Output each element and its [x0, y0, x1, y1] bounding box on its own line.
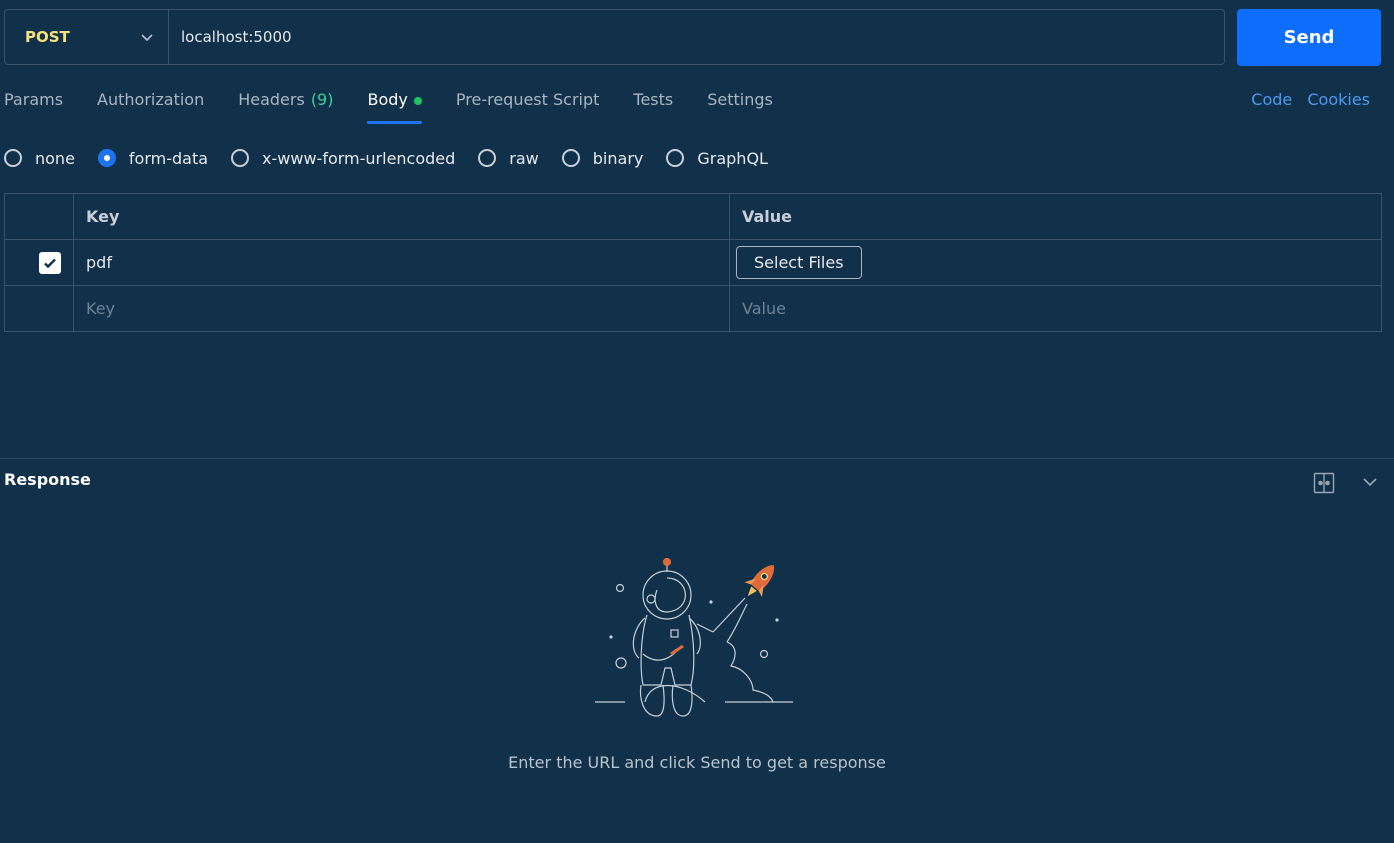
- send-button[interactable]: Send: [1237, 9, 1381, 66]
- radio-label: none: [35, 148, 75, 168]
- radio-circle: [478, 149, 497, 167]
- radio-circle-selected: [97, 149, 116, 167]
- response-title: Response: [4, 470, 91, 489]
- headers-count: (9): [310, 90, 334, 109]
- radio-label: x-www-form-urlencoded: [262, 148, 456, 168]
- row-value-cell: Select Files: [729, 239, 1382, 286]
- tab-label: Pre-request Script: [455, 90, 600, 109]
- modified-dot-icon: [413, 96, 422, 105]
- body-mode-options: none form-data x-www-form-urlencoded raw…: [4, 146, 791, 170]
- tab-authorization[interactable]: Authorization: [97, 88, 204, 124]
- radio-binary[interactable]: binary: [561, 148, 644, 168]
- table-header-row: Key Value: [4, 193, 1382, 240]
- tab-label: Headers: [238, 90, 305, 109]
- tab-params[interactable]: Params: [4, 88, 63, 124]
- response-divider[interactable]: [0, 458, 1394, 459]
- layout-toggle-icon[interactable]: [1313, 472, 1335, 494]
- value-column-header: Value: [729, 193, 1382, 240]
- radio-graphql[interactable]: GraphQL: [666, 149, 768, 168]
- url-input[interactable]: [169, 10, 1224, 64]
- tab-label: Settings: [707, 90, 773, 109]
- row-checkbox-cell: [4, 239, 74, 286]
- radio-raw[interactable]: raw: [478, 148, 539, 168]
- tab-label: Body: [367, 90, 408, 109]
- chevron-down-icon[interactable]: [1362, 474, 1378, 490]
- row-enabled-checkbox[interactable]: [39, 251, 61, 274]
- request-tabs: Params Authorization Headers (9) Body Pre…: [4, 88, 807, 124]
- tab-body[interactable]: Body: [367, 88, 423, 124]
- code-link[interactable]: Code: [1251, 90, 1292, 109]
- row-checkbox-cell: [4, 285, 74, 332]
- radio-circle: [231, 149, 250, 167]
- tab-settings[interactable]: Settings: [707, 88, 773, 124]
- form-data-table: Key Value pdf Select Files Key Value: [4, 193, 1382, 332]
- tab-headers[interactable]: Headers (9): [238, 88, 333, 124]
- radio-circle: [666, 149, 685, 167]
- radio-form-data[interactable]: form-data: [97, 148, 209, 168]
- new-value-input[interactable]: Value: [729, 285, 1382, 332]
- new-key-input[interactable]: Key: [73, 285, 730, 332]
- tab-label: Params: [4, 90, 64, 109]
- key-column-header: Key: [73, 193, 730, 240]
- table-row: pdf Select Files: [4, 239, 1382, 286]
- radio-label: form-data: [128, 148, 209, 168]
- tab-label: Authorization: [97, 90, 205, 109]
- method-label: POST: [25, 28, 70, 46]
- select-files-button[interactable]: Select Files: [736, 246, 862, 279]
- radio-circle: [561, 149, 580, 167]
- tab-tests[interactable]: Tests: [633, 88, 673, 124]
- chevron-down-icon: [141, 34, 153, 42]
- method-dropdown[interactable]: POST: [5, 10, 169, 64]
- radio-label: binary: [592, 148, 644, 168]
- cookies-link[interactable]: Cookies: [1307, 90, 1370, 109]
- tab-pre-request-script[interactable]: Pre-request Script: [456, 88, 600, 124]
- check-icon: [44, 258, 56, 268]
- right-links: Code Cookies: [1241, 88, 1370, 112]
- radio-x-www-form-urlencoded[interactable]: x-www-form-urlencoded: [231, 149, 455, 168]
- radio-none[interactable]: none: [4, 149, 75, 168]
- table-row-empty: Key Value: [4, 285, 1382, 332]
- tab-label: Tests: [633, 90, 674, 109]
- astronaut-illustration: [595, 557, 793, 717]
- radio-circle: [4, 149, 22, 167]
- radio-label: GraphQL: [697, 148, 768, 168]
- checkbox-column-header: [4, 193, 74, 240]
- radio-label: raw: [509, 148, 539, 168]
- row-key-cell[interactable]: pdf: [73, 239, 730, 286]
- response-empty-hint: Enter the URL and click Send to get a re…: [508, 753, 886, 772]
- request-url-bar: POST: [4, 9, 1225, 65]
